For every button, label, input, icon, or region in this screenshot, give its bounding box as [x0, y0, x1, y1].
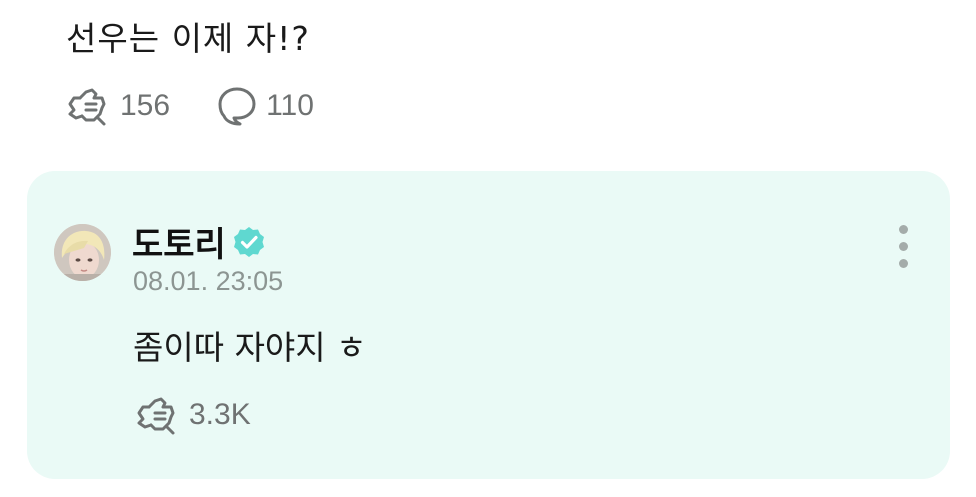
post-likes-count: 156 — [120, 89, 171, 122]
post-actions: 156 110 — [66, 84, 314, 128]
verified-badge-icon — [233, 226, 264, 257]
post-like-button[interactable]: 156 — [66, 84, 170, 128]
reply-like-button[interactable]: 3.3K — [135, 393, 251, 437]
reply-timestamp: 08.01. 23:05 — [133, 266, 284, 296]
speech-bubble-icon — [218, 87, 256, 126]
reply-likes-count: 3.3K — [189, 398, 251, 431]
avatar[interactable] — [54, 224, 111, 281]
more-vertical-icon[interactable] — [891, 223, 917, 271]
reply-card: 도토리 08.01. 23:05 좀이따 자야지 ㅎ 3.3K — [27, 171, 950, 479]
more-dot — [899, 242, 908, 251]
more-dot — [899, 225, 908, 234]
post-view: 선우는 이제 자!? 156 110 도토리 08.01. 23:05 좀이따 … — [0, 0, 976, 497]
like-hand-icon — [68, 88, 106, 126]
author-name[interactable]: 도토리 — [132, 217, 226, 266]
avatar-image — [54, 224, 111, 281]
reply-text: 좀이따 자야지 ㅎ — [133, 328, 367, 367]
post-comment-button[interactable]: 110 — [216, 84, 314, 128]
post-text: 선우는 이제 자!? — [66, 19, 310, 58]
like-hand-icon — [137, 397, 175, 435]
more-dot — [899, 259, 908, 268]
author-row: 도토리 — [132, 217, 266, 266]
post-comments-count: 110 — [266, 89, 314, 122]
